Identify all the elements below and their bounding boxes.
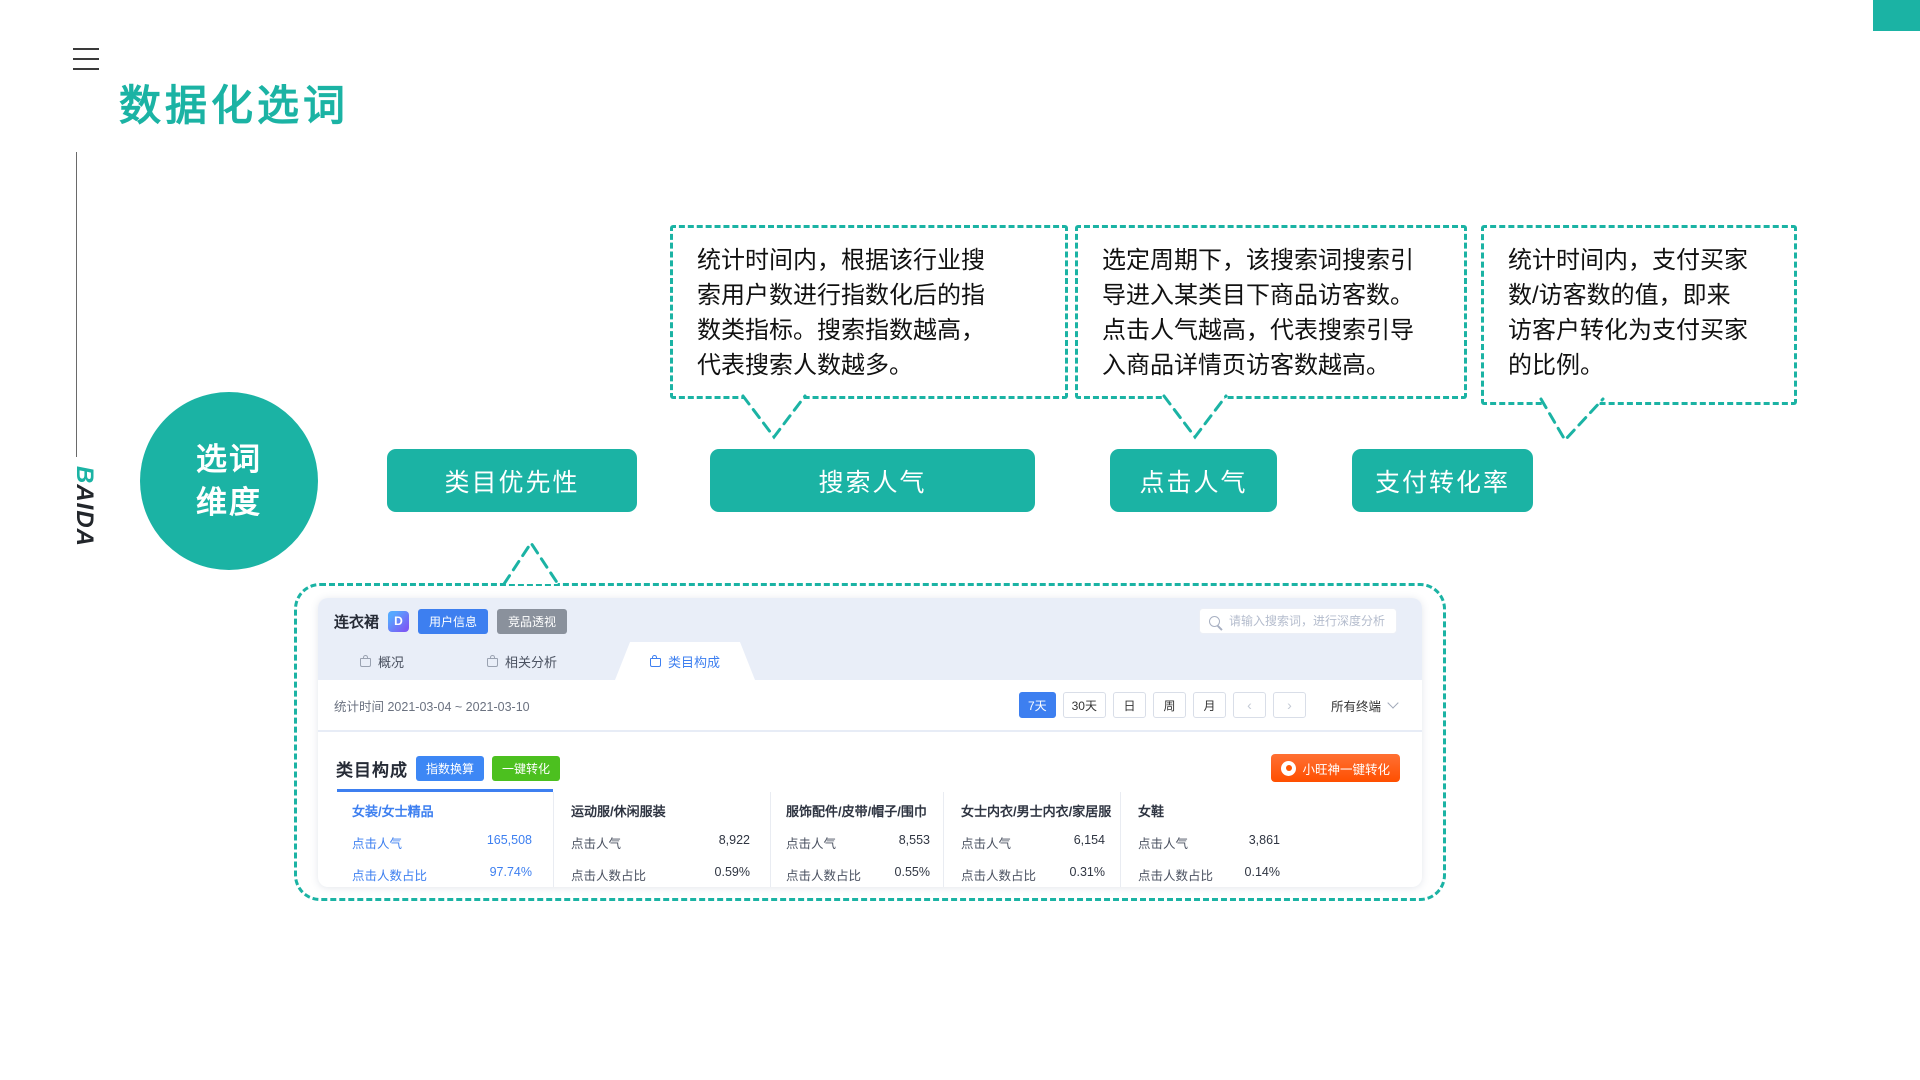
category-name: 女鞋 — [1138, 801, 1280, 820]
terminal-dropdown[interactable]: 所有终端 — [1331, 696, 1397, 715]
metric-label: 点击人数占比 — [786, 865, 861, 884]
page-title: 数据化选词 — [119, 72, 349, 133]
circle-line1: 选词 — [196, 438, 262, 481]
category-name: 服饰配件/皮带/帽子/围巾 — [786, 801, 930, 820]
callout-search-index: 统计时间内，根据该行业搜 索用户数进行指数化后的指 数类指标。搜索指数越高， 代… — [670, 225, 1068, 399]
metric-label: 点击人数占比 — [961, 865, 1036, 884]
tab-label: 概况 — [378, 652, 404, 671]
time-filter-row: 统计时间 2021-03-04 ~ 2021-03-10 7天 30天 日 周 … — [318, 680, 1422, 732]
brand-letter-b: B — [71, 466, 98, 484]
search-icon — [1209, 616, 1220, 627]
search-box[interactable] — [1199, 608, 1397, 634]
period-30d-button[interactable]: 30天 — [1063, 692, 1106, 718]
metric-value: 3,861 — [1249, 833, 1280, 852]
panel-tail — [498, 537, 564, 587]
prev-arrow-button[interactable]: ‹ — [1233, 692, 1266, 718]
callout-tail-1 — [737, 393, 811, 443]
corner-accent — [1873, 0, 1920, 31]
dimension-button-pay-conversion[interactable]: 支付转化率 — [1352, 449, 1533, 512]
metric-value: 8,922 — [719, 833, 750, 852]
report-header: 连衣裙 D 用户信息 竞品透视 概况 相关分析 类目构成 — [318, 598, 1422, 680]
metric-value: 0.55% — [895, 865, 930, 884]
tab-category-composition[interactable]: 类目构成 — [615, 642, 755, 680]
tabs-row: 概况 相关分析 类目构成 — [318, 642, 1422, 680]
keyword-bar: 连衣裙 D 用户信息 竞品透视 — [334, 607, 567, 635]
metric-value: 8,553 — [899, 833, 930, 852]
user-info-badge[interactable]: 用户信息 — [418, 609, 488, 634]
metric-label: 点击人数占比 — [571, 865, 646, 884]
callout-tail-3 — [1535, 396, 1609, 446]
metric-value: 97.74% — [490, 865, 532, 884]
tab-label: 相关分析 — [505, 652, 557, 671]
xiaowangshen-button[interactable]: 小旺神一键转化 — [1271, 754, 1400, 782]
mascot-icon — [1281, 761, 1296, 776]
period-week-button[interactable]: 周 — [1153, 692, 1186, 718]
period-day-button[interactable]: 日 — [1113, 692, 1146, 718]
category-column-sportswear[interactable]: 运动服/休闲服装 点击人气 8,922 点击人数占比 0.59% — [553, 792, 770, 887]
brand-letters-rest: AIDA — [71, 484, 98, 547]
category-column-womens-shoes[interactable]: 女鞋 点击人气 3,861 点击人数占比 0.14% — [1120, 792, 1422, 887]
metric-value: 165,508 — [487, 833, 532, 852]
metric-label: 点击人气 — [352, 833, 402, 852]
tab-related-analysis[interactable]: 相关分析 — [487, 642, 557, 680]
metric-label: 点击人数占比 — [1138, 865, 1213, 884]
period-month-button[interactable]: 月 — [1193, 692, 1226, 718]
metric-label: 点击人气 — [571, 833, 621, 852]
category-column-womens-wear[interactable]: 女装/女士精品 点击人气 165,508 点击人数占比 97.74% — [318, 792, 553, 887]
bag-icon — [650, 658, 661, 667]
menu-icon[interactable] — [73, 48, 99, 70]
section-header: 类目构成 指数换算 一键转化 小旺神一键转化 — [336, 748, 1400, 788]
category-name: 运动服/休闲服装 — [571, 801, 750, 820]
category-column-underwear[interactable]: 女士内衣/男士内衣/家居服 点击人气 6,154 点击人数占比 0.31% — [943, 792, 1120, 887]
brand-logo: BAIDA — [62, 466, 98, 570]
dimension-button-click-popularity[interactable]: 点击人气 — [1110, 449, 1277, 512]
callout-click-popularity: 选定周期下，该搜索词搜索引 导进入某类目下商品访客数。 点击人气越高，代表搜索引… — [1075, 225, 1467, 399]
period-7d-button[interactable]: 7天 — [1019, 692, 1056, 718]
metric-label: 点击人气 — [786, 833, 836, 852]
category-name: 女士内衣/男士内衣/家居服 — [961, 801, 1105, 820]
metric-value: 6,154 — [1074, 833, 1105, 852]
metric-value: 0.59% — [715, 865, 750, 884]
keyword-label: 连衣裙 — [334, 611, 379, 632]
analytics-screenshot: 连衣裙 D 用户信息 竞品透视 概况 相关分析 类目构成 统计时间 2021- — [318, 598, 1422, 887]
dimension-button-search-popularity[interactable]: 搜索人气 — [710, 449, 1035, 512]
index-convert-badge[interactable]: 指数换算 — [416, 756, 484, 781]
callout-tail-2 — [1158, 393, 1232, 443]
metric-label: 点击人气 — [961, 833, 1011, 852]
circle-line2: 维度 — [196, 481, 262, 524]
metric-label: 点击人数占比 — [352, 865, 427, 884]
metric-label: 点击人气 — [1138, 833, 1188, 852]
bag-icon — [360, 658, 371, 667]
metric-value: 0.14% — [1245, 865, 1280, 884]
dimension-circle: 选词 维度 — [140, 392, 318, 570]
competitor-badge[interactable]: 竞品透视 — [497, 609, 567, 634]
search-input[interactable] — [1227, 613, 1387, 629]
callout-pay-conversion: 统计时间内，支付买家 数/访客数的值，即来 访客户转化为支付买家 的比例。 — [1481, 225, 1797, 405]
vertical-rule — [76, 152, 77, 457]
next-arrow-button[interactable]: › — [1273, 692, 1306, 718]
period-controls: 7天 30天 日 周 月 ‹ › 所有终端 — [1019, 692, 1397, 718]
section-title: 类目构成 — [336, 756, 408, 781]
category-column-accessories[interactable]: 服饰配件/皮带/帽子/围巾 点击人气 8,553 点击人数占比 0.55% — [770, 792, 943, 887]
app-icon: D — [388, 611, 409, 632]
tab-overview[interactable]: 概况 — [360, 642, 404, 680]
chevron-down-icon — [1387, 697, 1398, 708]
category-name: 女装/女士精品 — [352, 801, 532, 820]
action-button-label: 小旺神一键转化 — [1302, 759, 1390, 778]
tab-label: 类目构成 — [668, 652, 720, 671]
terminal-label: 所有终端 — [1331, 696, 1381, 715]
stats-time-label: 统计时间 2021-03-04 ~ 2021-03-10 — [334, 696, 530, 715]
metric-value: 0.31% — [1070, 865, 1105, 884]
one-key-convert-badge[interactable]: 一键转化 — [492, 756, 560, 781]
bag-icon — [487, 658, 498, 667]
dimension-button-category-priority[interactable]: 类目优先性 — [387, 449, 637, 512]
category-table: 女装/女士精品 点击人气 165,508 点击人数占比 97.74% 运动服/休闲服… — [318, 792, 1422, 887]
